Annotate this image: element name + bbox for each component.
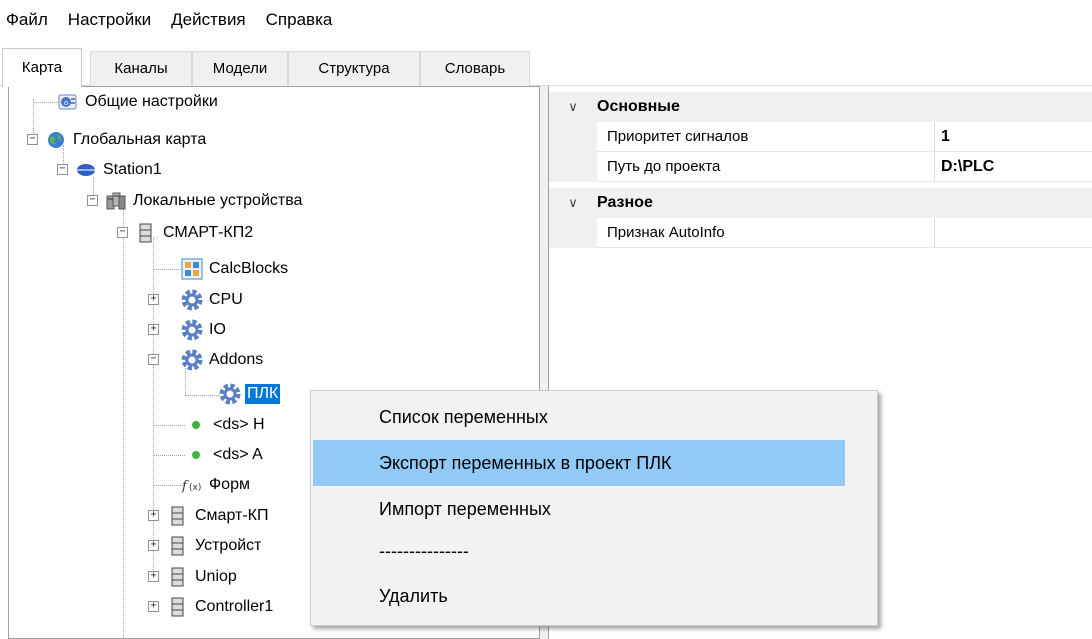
tab-map[interactable]: Карта: [2, 48, 82, 87]
expand-toggle[interactable]: +: [148, 601, 159, 612]
menu-separator: ---------------: [379, 541, 469, 561]
server-icon: [167, 566, 189, 588]
globe-icon: [45, 129, 67, 151]
property-row-project-path[interactable]: Путь до проекта D:\PLC: [549, 152, 1092, 182]
tree-node-controller1[interactable]: Controller1: [167, 592, 275, 622]
property-row-autoinfo[interactable]: Признак AutoInfo: [549, 218, 1092, 248]
svg-text:o: o: [64, 99, 68, 107]
menu-file[interactable]: Файл: [0, 0, 58, 40]
property-category-misc[interactable]: ∨ Разное: [549, 188, 1092, 218]
tree-connector: [153, 425, 185, 426]
tree-node-general-settings[interactable]: o Общие настройки: [57, 87, 220, 117]
expand-toggle[interactable]: +: [148, 324, 159, 335]
context-menu: Список переменных Экспорт переменных в п…: [310, 390, 878, 626]
menu-actions[interactable]: Действия: [161, 0, 255, 40]
tree-connector: [153, 455, 185, 456]
tab-strip: Карта Каналы Модели Структура Словарь: [0, 40, 1092, 87]
server-icon: [167, 535, 189, 557]
tree-node-uniop[interactable]: Uniop: [167, 562, 239, 592]
menu-item-import-variables[interactable]: Импорт переменных: [313, 486, 875, 532]
tree-node-ds-1[interactable]: <ds> H: [185, 410, 267, 440]
chevron-down-icon[interactable]: ∨: [549, 195, 597, 211]
tab-channels[interactable]: Каналы: [90, 51, 192, 86]
calcblocks-icon: [181, 258, 203, 280]
tree-node-addons[interactable]: Addons: [181, 345, 265, 375]
collapse-toggle[interactable]: −: [57, 164, 68, 175]
menu-bar: Файл Настройки Действия Справка: [0, 0, 1092, 40]
tree-node-devices[interactable]: Устройст: [167, 531, 263, 561]
expand-toggle[interactable]: +: [148, 540, 159, 551]
tree-node-smart-kp[interactable]: Смарт-КП: [167, 501, 270, 531]
server-icon: [135, 222, 157, 244]
menu-help[interactable]: Справка: [256, 0, 343, 40]
station-disc-icon: [75, 159, 97, 181]
property-value[interactable]: [935, 218, 1092, 248]
menu-item-variable-list[interactable]: Список переменных: [313, 394, 875, 440]
tree-node-formula[interactable]: f (x) Форм: [181, 470, 252, 500]
expand-toggle[interactable]: +: [148, 571, 159, 582]
tree-node-smart-kp2[interactable]: СМАРТ-КП2: [135, 218, 255, 248]
green-dot-icon: [185, 444, 207, 466]
property-value[interactable]: D:\PLC: [935, 152, 1092, 182]
server-icon: [167, 505, 189, 527]
gear-icon: [219, 383, 241, 405]
tree-node-calcblocks[interactable]: CalcBlocks: [181, 254, 290, 284]
devices-icon: [105, 190, 127, 212]
collapse-toggle[interactable]: −: [87, 195, 98, 206]
property-row-signal-priority[interactable]: Приоритет сигналов 1: [549, 122, 1092, 152]
formula-icon: f (x): [181, 474, 203, 496]
tree-connector: [153, 237, 154, 572]
gear-icon: [181, 289, 203, 311]
property-name: Признак AutoInfo: [597, 218, 935, 248]
expand-toggle[interactable]: +: [148, 294, 159, 305]
menu-settings[interactable]: Настройки: [58, 0, 161, 40]
green-dot-icon: [185, 414, 207, 436]
tab-structure[interactable]: Структура: [288, 51, 420, 86]
property-name: Путь до проекта: [597, 152, 935, 182]
row-gutter: [549, 218, 597, 248]
settings-globe-icon: o: [57, 91, 79, 113]
menu-item-delete[interactable]: Удалить: [313, 573, 875, 619]
tree-node-io[interactable]: IO: [181, 315, 228, 345]
expand-toggle[interactable]: +: [148, 510, 159, 521]
tab-dictionary[interactable]: Словарь: [420, 51, 530, 86]
gear-icon: [181, 319, 203, 341]
row-gutter: [549, 122, 597, 152]
property-name: Приоритет сигналов: [597, 122, 935, 152]
chevron-down-icon[interactable]: ∨: [549, 99, 597, 115]
server-icon: [167, 596, 189, 618]
gear-icon: [181, 349, 203, 371]
collapse-toggle[interactable]: −: [148, 354, 159, 365]
tree-node-ds-2[interactable]: <ds> A: [185, 440, 265, 470]
tree-node-global-map[interactable]: Глобальная карта: [45, 125, 208, 155]
property-value[interactable]: 1: [935, 122, 1092, 152]
tree-connector: [185, 395, 219, 396]
row-gutter: [549, 152, 597, 182]
tree-node-local-devices[interactable]: Локальные устройства: [105, 186, 304, 216]
tree-node-plc[interactable]: ПЛК: [219, 379, 281, 409]
collapse-toggle[interactable]: −: [27, 134, 38, 145]
collapse-toggle[interactable]: −: [117, 227, 128, 238]
tree-node-station1[interactable]: Station1: [75, 155, 164, 185]
svg-text:f: f: [181, 479, 189, 494]
tree-connector: [123, 207, 124, 638]
menu-item-export-variables[interactable]: Экспорт переменных в проект ПЛК: [313, 440, 845, 486]
property-category-main[interactable]: ∨ Основные: [549, 92, 1092, 122]
tab-models[interactable]: Модели: [192, 51, 288, 86]
tree-node-cpu[interactable]: CPU: [181, 285, 245, 315]
svg-text:(x): (x): [189, 483, 201, 493]
